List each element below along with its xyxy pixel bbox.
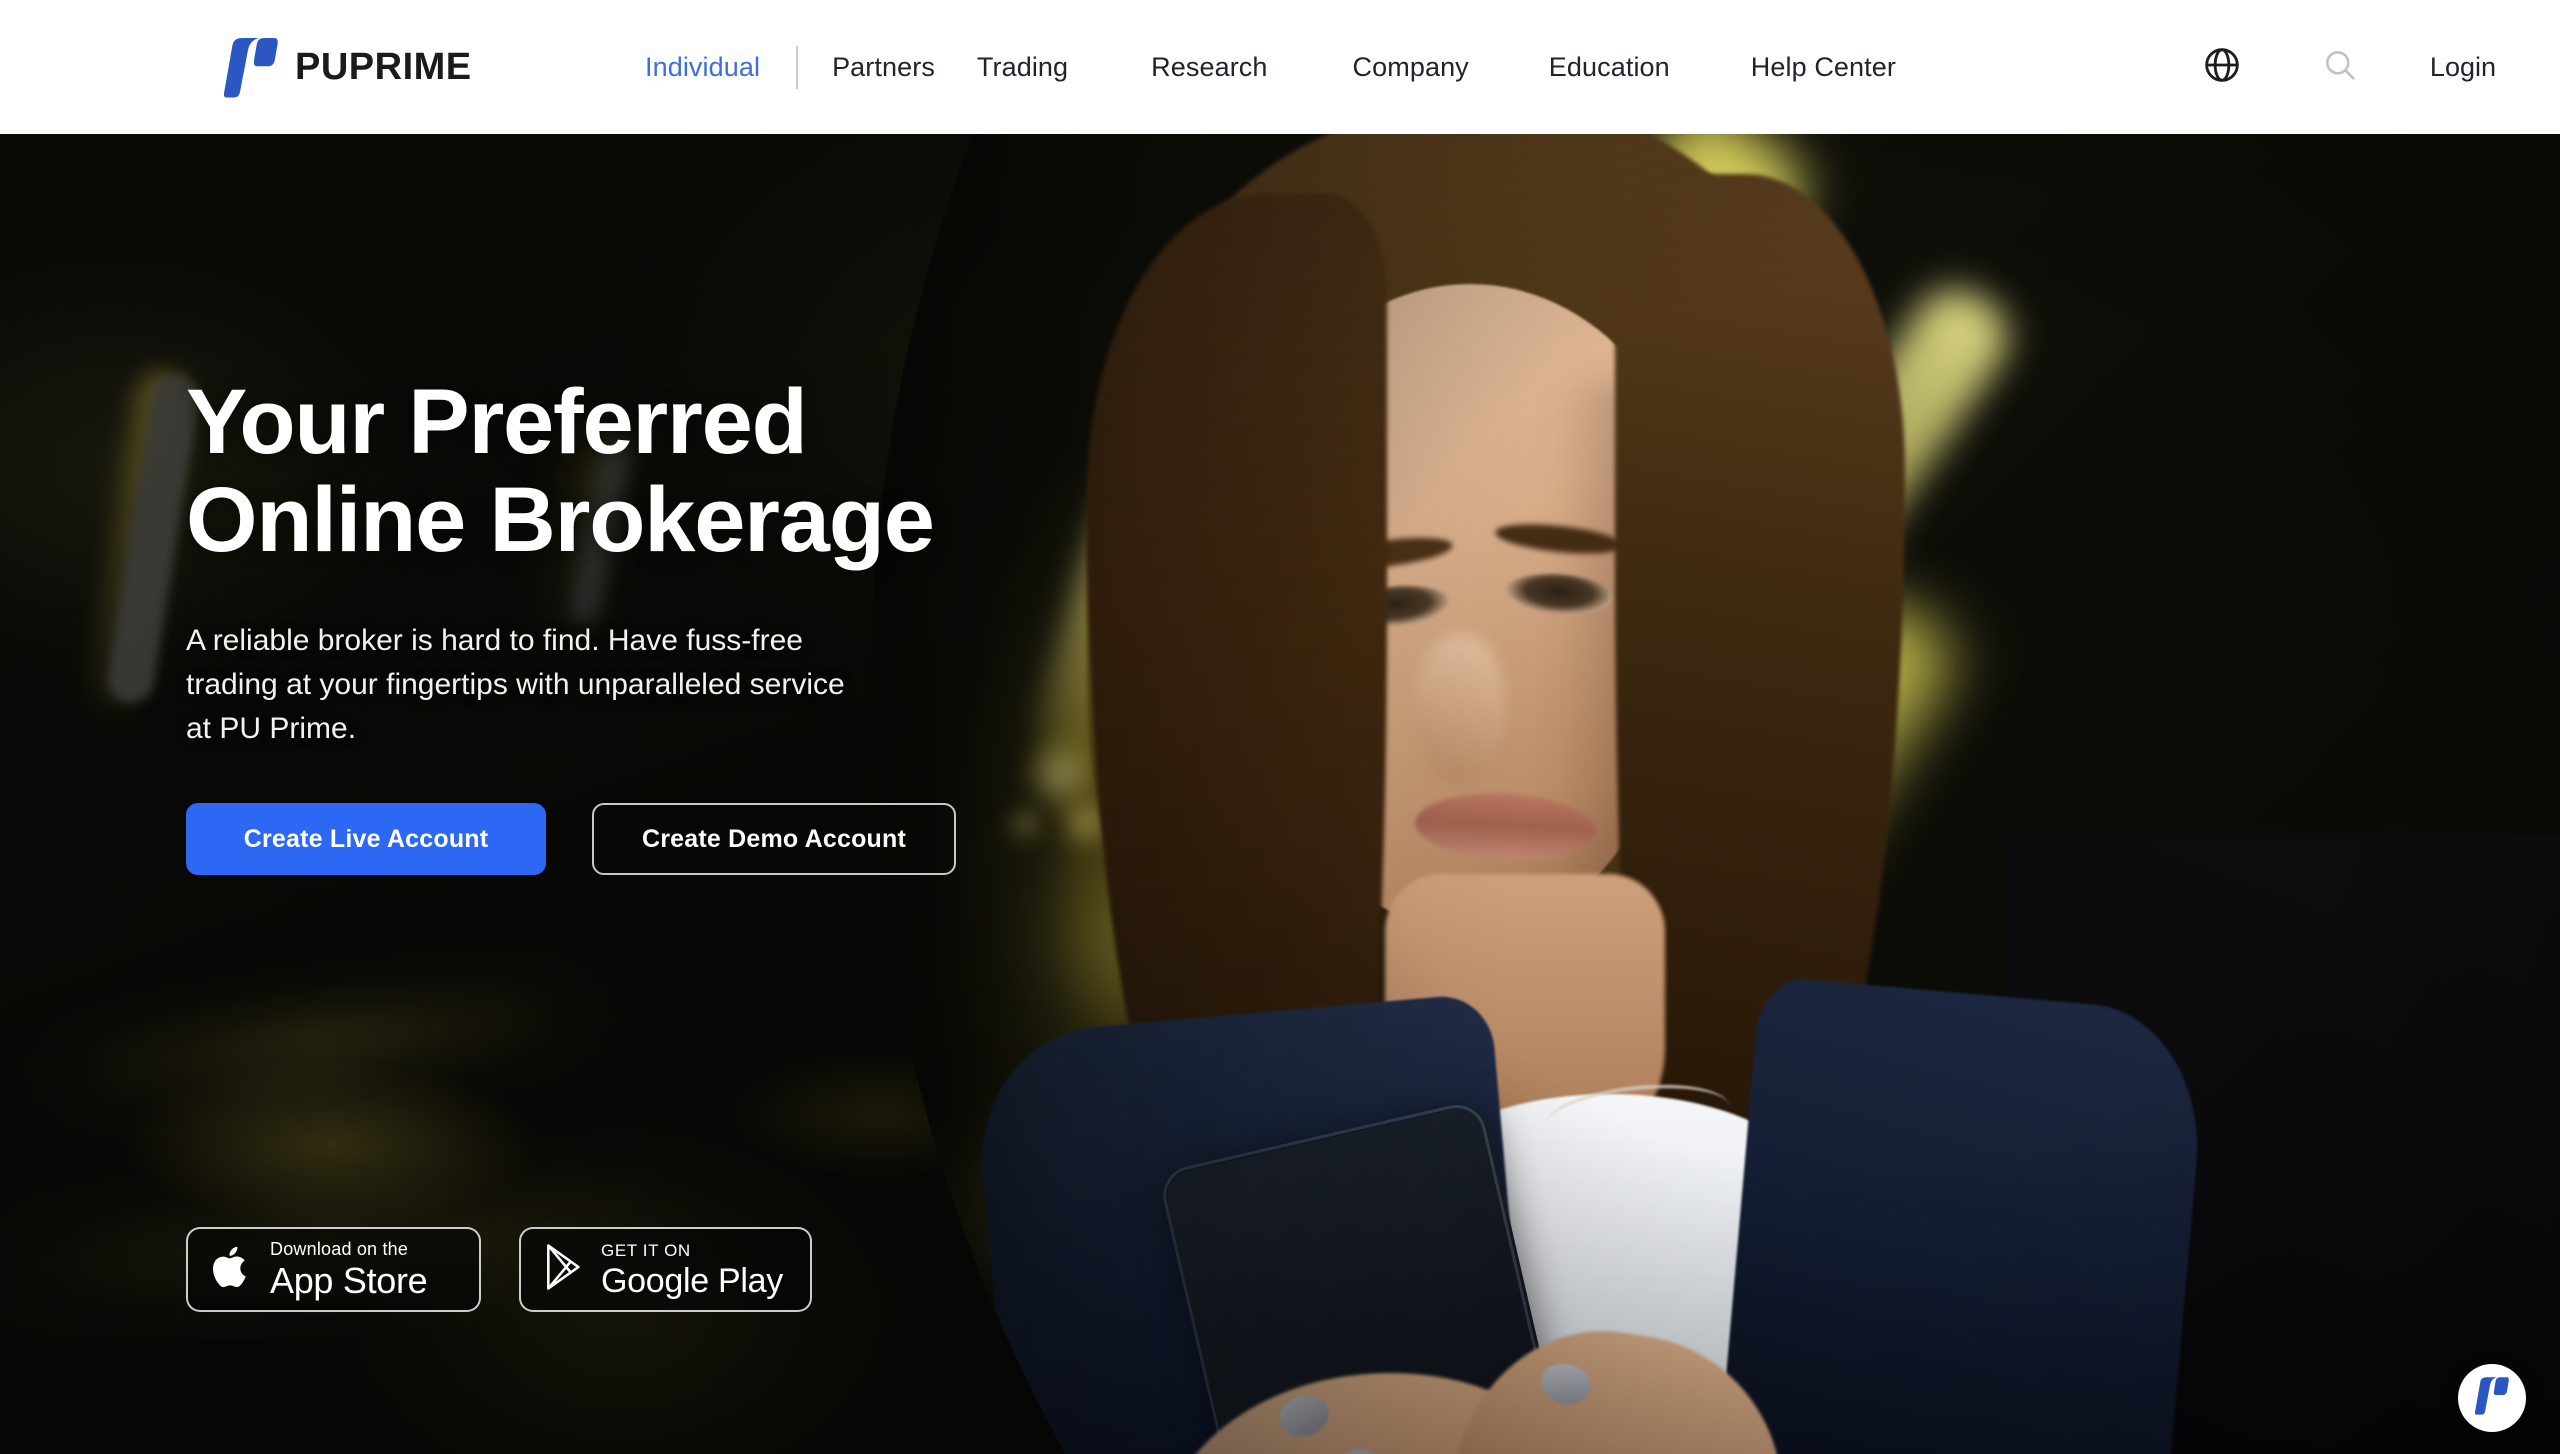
google-play-icon [543,1243,585,1296]
primary-nav: Individual Partners Trading Research Com… [645,0,1896,134]
floating-chat-button[interactable] [2458,1364,2526,1432]
nav-item-research[interactable]: Research [1151,52,1267,83]
brand-logo[interactable]: PUPRIME [224,36,472,98]
google-play-eyebrow: GET IT ON [601,1240,691,1260]
puprime-p-logo-icon [2474,1376,2509,1420]
hero-section: Your Preferred Online Brokerage A reliab… [0,134,2560,1454]
nav-item-trading[interactable]: Trading [977,52,1068,83]
nav-item-education[interactable]: Education [1549,52,1670,83]
nav-item-help-center[interactable]: Help Center [1751,52,1896,83]
nav-divider [796,45,799,89]
app-store-badge[interactable]: Download on the App Store [186,1227,481,1312]
page-root: PUPRIME Individual Partners Trading Rese… [0,0,2560,1454]
google-play-badge[interactable]: GET IT ON Google Play [519,1227,812,1312]
nav-item-individual[interactable]: Individual [645,52,760,83]
site-header: PUPRIME Individual Partners Trading Rese… [0,0,2560,134]
search-icon [2321,46,2359,89]
app-store-badges: Download on the App Store GET IT ON Goog… [186,1227,812,1312]
header-actions: Login [2192,0,2560,134]
language-switcher-button[interactable] [2192,37,2252,97]
nav-item-partners[interactable]: Partners [832,52,935,83]
app-store-name: App Store [270,1260,428,1301]
create-demo-account-button[interactable]: Create Demo Account [592,803,956,876]
brand-name: PUPRIME [295,46,472,88]
hero-copy: Your Preferred Online Brokerage A reliab… [186,134,1246,876]
puprime-p-logo-icon [224,36,278,98]
create-live-account-button[interactable]: Create Live Account [186,803,546,876]
app-store-eyebrow: Download on the [270,1239,409,1259]
google-play-name: Google Play [601,1261,783,1300]
search-button[interactable] [2310,37,2370,97]
hero-headline: Your Preferred Online Brokerage [186,371,935,571]
login-link[interactable]: Login [2430,52,2496,83]
nav-item-company[interactable]: Company [1353,52,1469,83]
hero-cta-row: Create Live Account Create Demo Account [186,803,1246,876]
globe-icon [2202,45,2242,90]
hero-subcopy: A reliable broker is hard to find. Have … [186,624,845,746]
apple-icon [210,1241,254,1298]
